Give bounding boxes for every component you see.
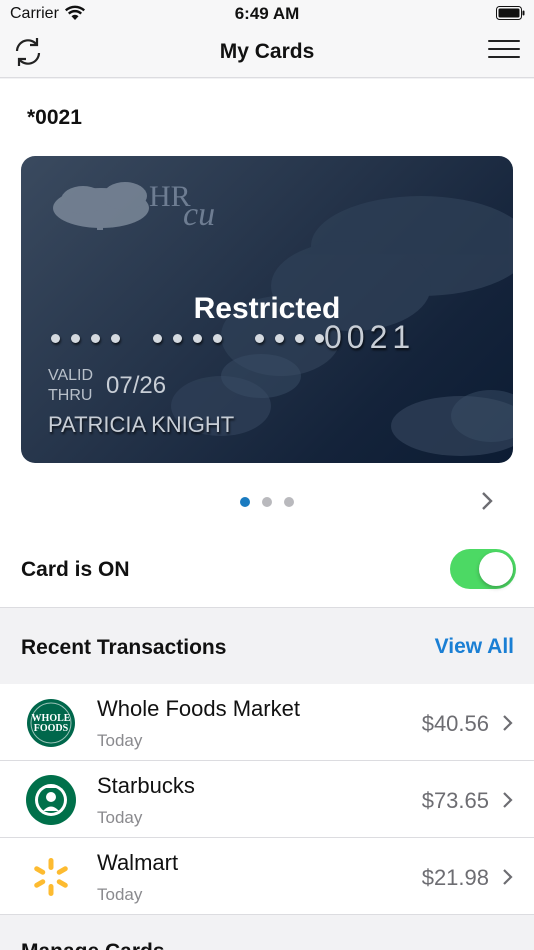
view-all-link[interactable]: View All <box>435 635 514 659</box>
payment-card[interactable]: HR CU Restricted 0021 VALID THRU 07/26 P… <box>21 156 513 463</box>
transaction-date: Today <box>97 731 143 750</box>
card-expiry: 07/26 <box>106 372 167 399</box>
nav-bar: My Cards <box>0 28 534 78</box>
card-section: *0021 HR CU Restricted <box>0 79 534 607</box>
walmart-logo <box>34 858 68 896</box>
transaction-date: Today <box>97 885 143 904</box>
pager-dot[interactable] <box>240 497 250 507</box>
masked-card-number <box>51 334 357 343</box>
card-on-toggle[interactable] <box>450 549 516 589</box>
battery-icon <box>496 6 525 20</box>
chevron-right-icon <box>503 792 513 808</box>
transaction-row[interactable]: Walmart Today $21.98 <box>0 838 534 915</box>
whole-foods-logo: WHOLE FOODS <box>27 699 75 747</box>
transaction-date: Today <box>97 808 143 827</box>
chevron-right-icon <box>503 869 513 885</box>
transactions-header: Recent Transactions View All <box>0 608 534 684</box>
valid-thru-label: VALID THRU <box>48 367 94 404</box>
pager-dot[interactable] <box>262 497 272 507</box>
transactions-title: Recent Transactions <box>21 636 227 659</box>
status-bar: Carrier 6:49 AM <box>0 0 534 28</box>
manage-cards-heading: Manage Cards <box>21 940 165 950</box>
card-pager[interactable] <box>240 497 306 507</box>
chevron-right-icon <box>503 715 513 731</box>
svg-text:FOODS: FOODS <box>34 723 69 734</box>
issuer-logo-cu: CU <box>183 196 216 233</box>
status-time: 6:49 AM <box>234 4 300 23</box>
toggle-knob <box>479 552 513 586</box>
card-title: *0021 <box>27 106 82 129</box>
card-toggle-label: Card is ON <box>21 558 130 581</box>
transactions-list: WHOLE FOODS Whole Foods Market Today $40… <box>0 684 534 915</box>
card-number-last4: 0021 <box>324 319 416 355</box>
transaction-row[interactable]: Starbucks Today $73.65 <box>0 761 534 838</box>
starbucks-logo <box>26 775 76 825</box>
card-status-label: Restricted <box>193 292 341 325</box>
chevron-right-icon[interactable] <box>478 487 496 515</box>
transaction-row[interactable]: WHOLE FOODS Whole Foods Market Today $40… <box>0 684 534 761</box>
page-title: My Cards <box>219 40 315 63</box>
transaction-merchant: Starbucks <box>97 773 195 798</box>
transaction-amount: $40.56 <box>421 711 489 736</box>
hamburger-menu-icon[interactable] <box>488 40 520 64</box>
transaction-merchant: Whole Foods Market <box>97 696 300 721</box>
transaction-merchant: Walmart <box>97 850 179 875</box>
card-holder-name: PATRICIA KNIGHT <box>48 412 235 437</box>
pager-dot[interactable] <box>284 497 294 507</box>
transaction-amount: $73.65 <box>421 788 489 813</box>
transaction-amount: $21.98 <box>421 865 489 890</box>
